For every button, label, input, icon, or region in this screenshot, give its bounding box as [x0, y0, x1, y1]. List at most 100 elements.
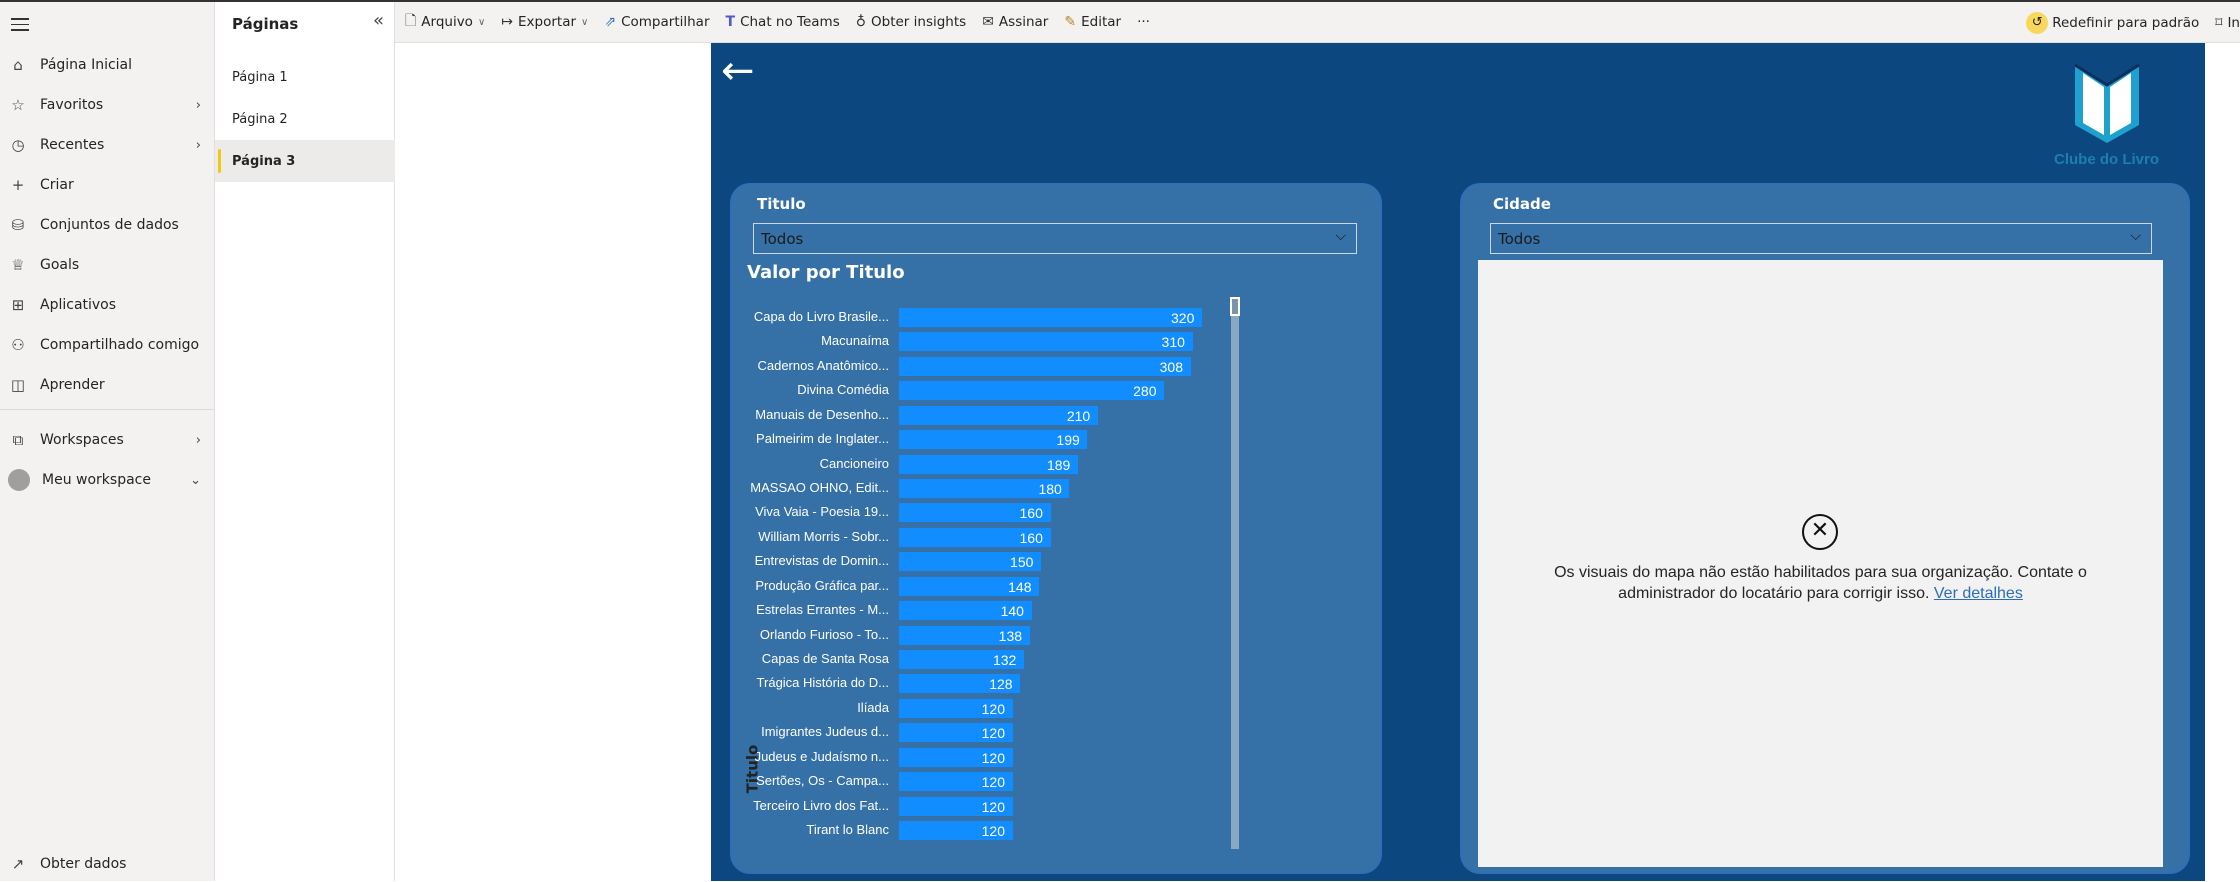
nav-label: Página Inicial [40, 57, 133, 73]
nav-item-goals[interactable]: ♕ Goals [0, 247, 215, 283]
nav-workspaces[interactable]: ⧉ Workspaces › [0, 422, 215, 458]
bar[interactable] [899, 308, 1202, 327]
label: Compartilhar [621, 14, 710, 30]
reset-default-button[interactable]: ↺ Redefinir para padrão [2026, 11, 2200, 34]
bar-data-label: 310 [1161, 334, 1185, 351]
chevron-right-icon: › [195, 97, 201, 113]
nav-label: Meu workspace [42, 472, 151, 488]
map-visual: ✕ Os visuais do mapa não estão habilitad… [1478, 260, 2163, 867]
label: Obter insights [871, 14, 967, 30]
bar-category-label: Trágica História do D... [756, 675, 889, 691]
document-icon: 🗋 [405, 13, 417, 29]
bar-data-label: 160 [1019, 529, 1043, 546]
nav-item-criar[interactable]: + Criar [0, 167, 215, 203]
bar-category-label: Macunaíma [821, 333, 889, 349]
nav-item-conjuntos-de-dados[interactable]: ⛁ Conjuntos de dados [0, 207, 215, 243]
logo-text: Clube do Livro [2054, 151, 2159, 168]
label: Exportar [518, 14, 577, 30]
nav-item-recentes[interactable]: ◷ Recentes › [0, 127, 215, 163]
bar-data-label: 320 [1171, 310, 1195, 326]
bar-category-label: Viva Vaia - Poesia 19... [755, 504, 889, 520]
label: Assinar [998, 14, 1049, 30]
label: Chat no Teams [740, 14, 840, 30]
chevron-down-icon: ∨ [581, 16, 589, 28]
bar-data-label: 120 [981, 725, 1005, 742]
bar-category-label: William Morris - Sobr... [758, 528, 889, 544]
chevron-right-icon: › [195, 432, 201, 448]
chart-title: Valor por Titulo [747, 262, 905, 283]
subscribe-button[interactable]: ✉ Assinar [982, 14, 1048, 30]
nav-label: Obter dados [40, 856, 127, 872]
bar-category-label: Palmeirim de Inglater... [756, 431, 889, 447]
bar-data-label: 280 [1133, 383, 1157, 400]
pages-title: Páginas [232, 15, 299, 33]
star-icon: ☆ [11, 96, 25, 114]
chevron-down-icon: ⌵ [1335, 228, 1346, 244]
left-navigation: ⌂ Página Inicial ☆ Favoritos › ◷ Recentes › + Cri… [0, 2, 215, 881]
nav-item-compartilhado-comigo[interactable]: ⚇ Compartilhado comigo [0, 327, 215, 363]
club-logo: Clube do Livro [2054, 55, 2159, 168]
nav-get-data[interactable]: ↗ Obter dados [0, 846, 215, 882]
chart-scrollbar[interactable] [1231, 297, 1239, 849]
see-details-link[interactable]: Ver detalhes [1934, 585, 2023, 602]
nav-label: Recentes [40, 137, 105, 153]
nav-item-favoritos[interactable]: ☆ Favoritos › [0, 87, 215, 123]
nav-my-workspace[interactable]: Meu workspace ⌄ [0, 462, 215, 498]
insights-button[interactable]: ♁ Obter insights [856, 14, 966, 30]
label: Redefinir para padrão [2052, 14, 2200, 31]
nav-item-aprender[interactable]: ◫ Aprender [0, 367, 215, 403]
bar-category-label: Capas de Santa Rosa [761, 651, 889, 667]
scrollbar-thumb[interactable] [1230, 297, 1240, 316]
book-icon: ◫ [10, 376, 26, 394]
canvas-margin [2205, 43, 2240, 881]
bar-category-label: Orlando Furioso - To... [759, 626, 889, 642]
city-map-panel: Cidade Todos ⌵ ✕ Os visuais do mapa não e… [1460, 183, 2190, 874]
bar[interactable] [899, 356, 1191, 376]
more-options-button[interactable]: ··· [1137, 14, 1150, 30]
arrow-up-right-icon: ↗ [11, 855, 25, 873]
teams-chat-button[interactable]: T Chat no Teams [726, 14, 840, 30]
shared-icon: ⚇ [11, 336, 25, 354]
clock-icon: ◷ [11, 136, 25, 154]
bar-category-label: Cancioneiro [819, 455, 889, 471]
hamburger-menu-icon[interactable] [11, 18, 29, 32]
back-arrow-icon[interactable]: ← [721, 51, 755, 91]
nav-label: Compartilhado comigo [40, 337, 200, 353]
edit-button[interactable]: ✎ Editar [1064, 14, 1121, 30]
bar-category-label: Capa do Livro Brasile... [753, 309, 889, 324]
bar[interactable] [899, 381, 1165, 401]
page-tab-1[interactable]: Página 1 [215, 56, 395, 98]
nav-item-aplicativos[interactable]: ⊞ Aplicativos [0, 287, 215, 323]
title-slicer-dropdown[interactable]: Todos ⌵ [753, 223, 1357, 254]
bar-data-label: 132 [992, 652, 1017, 669]
bookmark-button[interactable]: ⌑ In [2215, 15, 2240, 31]
share-icon: ⇗ [604, 14, 617, 30]
page-tab-3[interactable]: Página 3 [215, 140, 395, 182]
export-menu[interactable]: ↦ Exportar ∨ [501, 14, 588, 30]
collapse-pane-icon[interactable]: « [373, 10, 384, 31]
bar-data-label: 120 [981, 798, 1005, 815]
bar-data-label: 148 [1008, 578, 1032, 595]
city-slicer-dropdown[interactable]: Todos ⌵ [1490, 223, 2152, 254]
page-tab-2[interactable]: Página 2 [215, 98, 395, 140]
plus-icon: + [11, 176, 25, 194]
label: In [2227, 14, 2240, 31]
bar-category-label: Produção Gráfica par... [755, 577, 889, 593]
bar-category-label: Estrelas Errantes - M... [756, 602, 889, 618]
nav-label: Conjuntos de dados [40, 217, 179, 233]
bar-data-label: 128 [989, 676, 1013, 693]
error-x-icon: ✕ [1802, 514, 1838, 550]
label: Arquivo [421, 14, 473, 30]
apps-icon: ⊞ [11, 296, 25, 314]
bar-data-label: 210 [1066, 407, 1091, 424]
bar[interactable] [899, 332, 1193, 352]
share-button[interactable]: ⇗ Compartilhar [604, 14, 709, 30]
chevron-right-icon: › [195, 137, 201, 153]
bar-category-label: MASSAO OHNO, Edit... [750, 480, 889, 495]
nav-label: Aprender [40, 377, 105, 393]
open-book-icon [2073, 63, 2140, 143]
file-menu[interactable]: 🗋 Arquivo ∨ [405, 10, 485, 34]
nav-label: Goals [40, 257, 80, 273]
city-slicer-label: Cidade [1493, 195, 1551, 213]
nav-item-p-gina-inicial[interactable]: ⌂ Página Inicial [0, 47, 215, 83]
